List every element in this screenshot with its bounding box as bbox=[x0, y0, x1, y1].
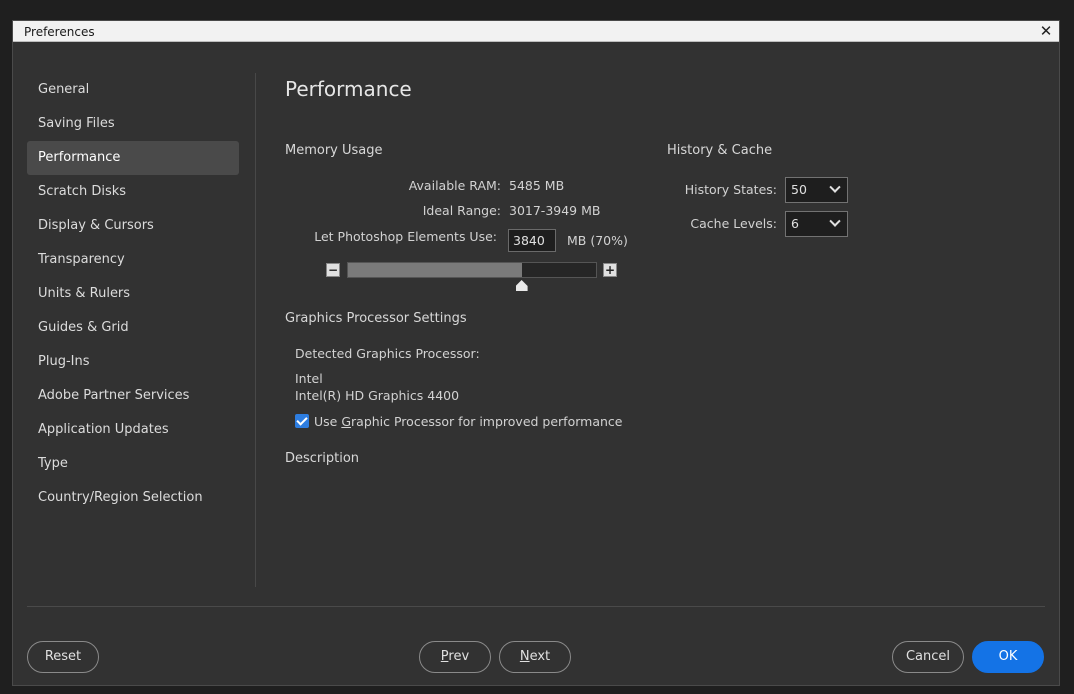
history-states-row: History States: bbox=[667, 182, 777, 200]
ideal-range-row: Ideal Range: 3017-3949 MB bbox=[285, 203, 645, 221]
memory-use-suffix: MB (70%) bbox=[567, 233, 628, 248]
cache-levels-select[interactable]: 6 bbox=[785, 211, 848, 237]
prev-button-rest: rev bbox=[448, 649, 470, 664]
next-button-rest: ext bbox=[529, 649, 551, 664]
memory-slider[interactable] bbox=[347, 262, 597, 278]
history-cache-heading: History & Cache bbox=[667, 143, 773, 158]
sidebar-item-application-updates[interactable]: Application Updates bbox=[27, 413, 239, 447]
sidebar-item-guides-grid[interactable]: Guides & Grid bbox=[27, 311, 239, 345]
detected-gpu-label: Detected Graphics Processor: bbox=[295, 346, 480, 361]
performance-panel: Performance Memory Usage Available RAM: … bbox=[285, 73, 1045, 587]
memory-usage-heading: Memory Usage bbox=[285, 143, 383, 158]
footer-divider bbox=[27, 606, 1045, 607]
sidebar-item-transparency[interactable]: Transparency bbox=[27, 243, 239, 277]
gpu-vendor: Intel bbox=[295, 371, 323, 386]
ideal-range-label: Ideal Range: bbox=[422, 203, 501, 218]
sidebar-item-saving-files[interactable]: Saving Files bbox=[27, 107, 239, 141]
reset-button[interactable]: Reset bbox=[27, 641, 99, 673]
ok-button[interactable]: OK bbox=[972, 641, 1044, 673]
use-gpu-checkbox[interactable] bbox=[295, 414, 309, 428]
memory-decrease-button[interactable]: − bbox=[326, 263, 340, 277]
sidebar: General Saving Files Performance Scratch… bbox=[27, 73, 239, 515]
page-title: Performance bbox=[285, 77, 412, 101]
cache-levels-value: 6 bbox=[791, 216, 799, 231]
gpu-model: Intel(R) HD Graphics 4400 bbox=[295, 388, 460, 403]
close-icon[interactable]: ✕ bbox=[1037, 22, 1055, 40]
memory-use-input[interactable]: 3840 bbox=[508, 229, 556, 252]
available-ram-row: Available RAM: 5485 MB bbox=[285, 178, 645, 196]
chevron-down-icon bbox=[829, 181, 841, 193]
prev-button[interactable]: Prev bbox=[419, 641, 491, 673]
available-ram-value: 5485 MB bbox=[509, 178, 565, 193]
use-gpu-label[interactable]: Use Graphic Processor for improved perfo… bbox=[314, 414, 622, 429]
sidebar-item-type[interactable]: Type bbox=[27, 447, 239, 481]
next-button[interactable]: Next bbox=[499, 641, 571, 673]
memory-slider-fill bbox=[348, 263, 522, 277]
use-gpu-label-post: raphic Processor for improved performanc… bbox=[351, 414, 623, 429]
history-states-select[interactable]: 50 bbox=[785, 177, 848, 203]
preferences-dialog: Preferences ✕ General Saving Files Perfo… bbox=[12, 20, 1060, 686]
graphics-processor-heading: Graphics Processor Settings bbox=[285, 311, 467, 326]
cache-levels-row: Cache Levels: bbox=[667, 216, 777, 234]
sidebar-item-plug-ins[interactable]: Plug-Ins bbox=[27, 345, 239, 379]
sidebar-item-performance[interactable]: Performance bbox=[27, 141, 239, 175]
window-title: Preferences bbox=[24, 25, 95, 39]
history-states-label: History States: bbox=[684, 182, 777, 197]
memory-increase-button[interactable]: + bbox=[603, 263, 617, 277]
sidebar-item-country-region[interactable]: Country/Region Selection bbox=[27, 481, 239, 515]
sidebar-item-adobe-partner-services[interactable]: Adobe Partner Services bbox=[27, 379, 239, 413]
available-ram-label: Available RAM: bbox=[408, 178, 501, 193]
description-heading: Description bbox=[285, 451, 360, 466]
sidebar-item-scratch-disks[interactable]: Scratch Disks bbox=[27, 175, 239, 209]
next-button-accel: N bbox=[519, 649, 530, 664]
cancel-button[interactable]: Cancel bbox=[892, 641, 964, 673]
sidebar-item-units-rulers[interactable]: Units & Rulers bbox=[27, 277, 239, 311]
history-states-value: 50 bbox=[791, 182, 807, 197]
sidebar-divider bbox=[255, 73, 256, 587]
cache-levels-label: Cache Levels: bbox=[690, 216, 777, 231]
memory-use-label: Let Photoshop Elements Use: bbox=[314, 229, 497, 244]
ideal-range-value: 3017-3949 MB bbox=[509, 203, 601, 218]
use-gpu-label-pre: Use bbox=[314, 414, 342, 429]
sidebar-item-general[interactable]: General bbox=[27, 73, 239, 107]
chevron-down-icon bbox=[829, 215, 841, 227]
sidebar-item-display-cursors[interactable]: Display & Cursors bbox=[27, 209, 239, 243]
title-bar: Preferences ✕ bbox=[13, 21, 1059, 42]
use-gpu-label-accel: G bbox=[341, 414, 352, 429]
